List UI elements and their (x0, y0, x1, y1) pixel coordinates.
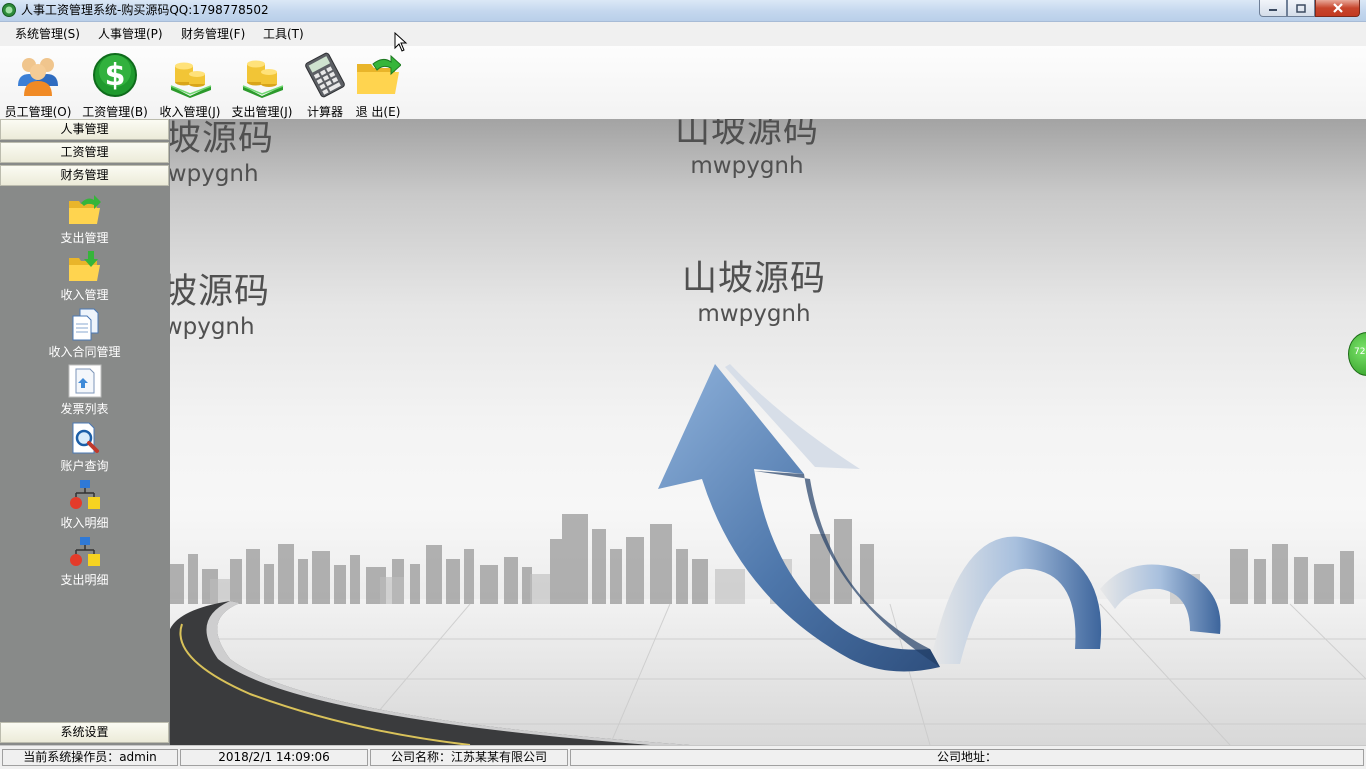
main-area: 山坡源码 mwpygnh 山坡源码 mwpygnh 山坡源码 mwpygnh 山… (170, 119, 1366, 745)
close-button[interactable] (1315, 0, 1360, 17)
hierarchy-icon (69, 537, 100, 566)
exit-button[interactable]: 退 出(E) (354, 50, 402, 119)
users-icon (18, 58, 58, 96)
expense-management-button[interactable]: 支出管理(J) (230, 50, 294, 119)
sidebar-header-settings[interactable]: 系统设置 (0, 722, 169, 743)
sidebar-item-expense-detail[interactable]: 支出明细 (0, 535, 169, 587)
sidebar-item-label: 收入管理 (60, 288, 109, 302)
minimize-button[interactable] (1259, 0, 1287, 17)
menu-bar: 系统管理(S) 人事管理(P) 财务管理(F) 工具(T) (0, 22, 1366, 46)
sidebar-item-invoice-list[interactable]: 发票列表 (0, 364, 169, 416)
folder-in-icon (68, 251, 100, 281)
window-title: 人事工资管理系统-购买源码QQ:1798778502 (21, 3, 269, 17)
sidebar-item-label: 账户查询 (60, 459, 109, 473)
status-operator: 当前系统操作员：admin (2, 749, 178, 766)
toolbar: 员工管理(O) $ 工资管理(B) 收入管理(J) 支出管理(J) 计算器 退 … (0, 46, 1366, 119)
sidebar-header-personnel[interactable]: 人事管理 (0, 119, 169, 140)
salary-management-button[interactable]: $ 工资管理(B) (82, 50, 148, 119)
hierarchy-icon (69, 480, 100, 509)
floating-badge-text: 72 (1354, 347, 1366, 357)
calculator-icon (305, 52, 345, 98)
toolbar-label: 收入管理(J) (159, 105, 221, 119)
sidebar: 人事管理 工资管理 财务管理 支出管理 收入管理 收入合同管理 发票列表 账户查… (0, 119, 171, 745)
sidebar-header-salary[interactable]: 工资管理 (0, 142, 169, 163)
toolbar-label: 支出管理(J) (231, 105, 293, 119)
window-controls (1259, 0, 1360, 17)
status-address: 公司地址： (570, 749, 1364, 766)
coins-up-icon (242, 60, 284, 98)
toolbar-label: 员工管理(O) (4, 105, 72, 119)
sidebar-item-label: 收入明细 (60, 516, 109, 530)
documents-icon (72, 308, 98, 341)
toolbar-label: 工资管理(B) (82, 105, 148, 119)
minimize-icon (1269, 9, 1277, 11)
close-icon (1332, 3, 1343, 13)
dollar-icon: $ (93, 53, 137, 97)
sidebar-header-finance[interactable]: 财务管理 (0, 165, 169, 186)
mouse-cursor-icon (394, 32, 408, 52)
sidebar-item-label: 支出管理 (60, 231, 109, 245)
sidebar-item-label: 发票列表 (60, 402, 109, 416)
sidebar-item-account-query[interactable]: 账户查询 (0, 421, 169, 473)
toolbar-label: 退 出(E) (355, 105, 401, 119)
sidebar-item-label: 收入合同管理 (48, 345, 121, 359)
status-bar: 当前系统操作员：admin 2018/2/1 14:09:06 公司名称：江苏某… (0, 745, 1366, 769)
search-document-icon (72, 422, 99, 454)
sidebar-item-label: 支出明细 (60, 573, 109, 587)
income-management-button[interactable]: 收入管理(J) (158, 50, 222, 119)
app-icon (2, 3, 16, 17)
coins-down-icon (170, 62, 212, 98)
folder-out-icon (68, 195, 101, 224)
svg-text:$: $ (105, 58, 126, 93)
sidebar-item-income-detail[interactable]: 收入明细 (0, 478, 169, 530)
background-illustration (170, 364, 1366, 745)
status-company: 公司名称：江苏某某有限公司 (370, 749, 568, 766)
maximize-button[interactable] (1287, 0, 1315, 17)
sidebar-item-income-contract[interactable]: 收入合同管理 (0, 307, 169, 359)
employee-management-button[interactable]: 员工管理(O) (4, 50, 72, 119)
status-datetime: 2018/2/1 14:09:06 (180, 749, 368, 766)
menu-tools[interactable]: 工具(T) (263, 27, 304, 41)
toolbar-label: 计算器 (306, 105, 343, 119)
maximize-icon (1296, 3, 1306, 13)
menu-system[interactable]: 系统管理(S) (15, 27, 80, 41)
menu-personnel[interactable]: 人事管理(P) (98, 27, 163, 41)
calculator-button[interactable]: 计算器 (302, 50, 348, 119)
sidebar-item-expense[interactable]: 支出管理 (0, 193, 169, 245)
invoice-icon (68, 364, 101, 398)
exit-folder-icon (357, 54, 401, 94)
sidebar-item-income[interactable]: 收入管理 (0, 250, 169, 302)
menu-finance[interactable]: 财务管理(F) (181, 27, 245, 41)
title-bar: 人事工资管理系统-购买源码QQ:1798778502 (0, 0, 1366, 22)
